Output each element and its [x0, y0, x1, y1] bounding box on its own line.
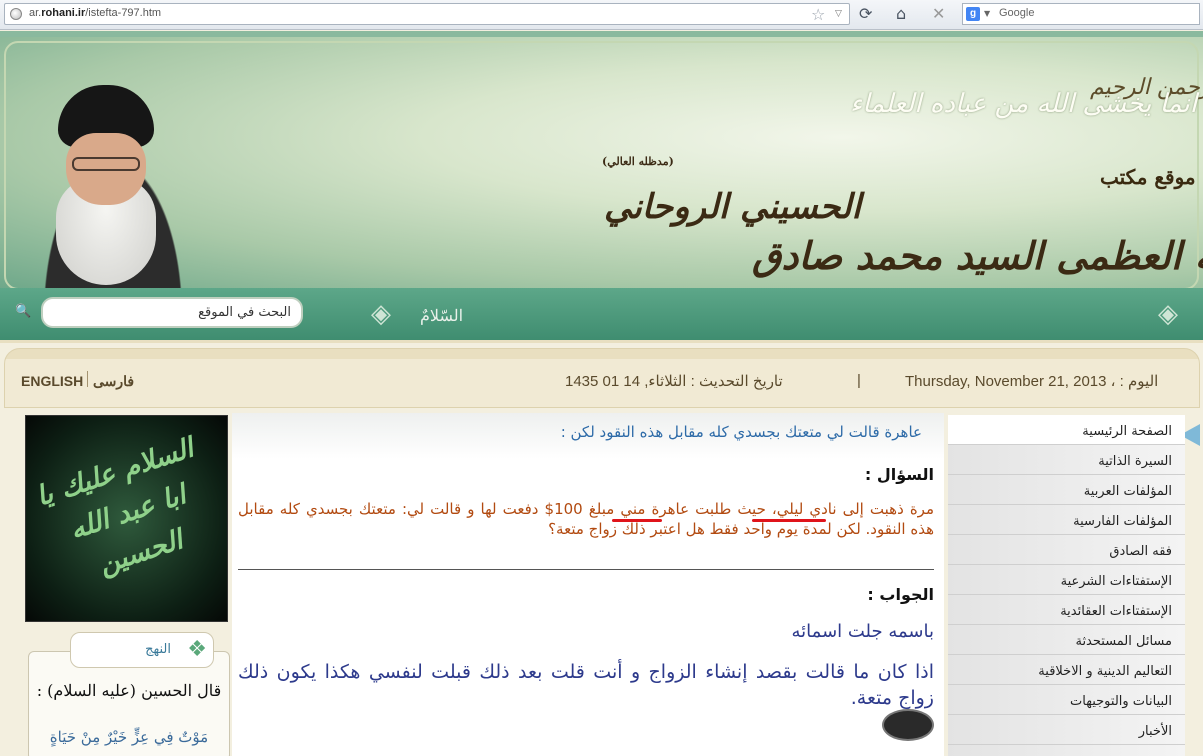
- reload-icon[interactable]: ⟳: [859, 4, 872, 23]
- ornament-left-icon: ◈: [371, 299, 391, 329]
- site-banner: بسم الله الرحمن الرحيم انما يخشى الله من…: [0, 31, 1203, 288]
- bookmark-star-icon[interactable]: ☆: [811, 5, 825, 24]
- chevron-down-icon[interactable]: ▼: [984, 9, 990, 18]
- home-icon[interactable]: ⌂: [896, 4, 906, 23]
- close-icon[interactable]: ✕: [932, 4, 945, 23]
- sidebar-item-statements[interactable]: البيانات والتوجيهات: [948, 685, 1185, 715]
- sidebar-item-news[interactable]: الأخبار: [948, 715, 1185, 745]
- divider: [238, 569, 934, 570]
- name-calligraphy-line2: سماحة آية الله العظمى السيد محمد صادق: [752, 233, 1203, 278]
- nav-greeting: السّلامٌ: [420, 306, 464, 325]
- nahj-quote: مَوْتٌ فِي عِزٍّ خَيْرٌ مِنْ حَيَاةٍ: [49, 728, 209, 746]
- verse-calligraphy: انما يخشى الله من عباده العلماء: [850, 89, 1197, 119]
- answer-text: اذا كان ما قالت بقصد إنشاء الزواج و أنت …: [238, 661, 934, 709]
- answer-label: الجواب :: [867, 585, 934, 604]
- lang-separator: [87, 371, 88, 387]
- nahj-tab-label: النهج: [145, 642, 171, 657]
- glasses: [72, 157, 140, 171]
- farsi-link[interactable]: فارسی: [93, 373, 134, 390]
- question-label: السؤال :: [864, 465, 934, 484]
- sidebar-item-persian-works[interactable]: المؤلفات الفارسية: [948, 505, 1185, 535]
- answer-basmala: باسمه جلت اسمائه: [791, 621, 934, 642]
- ornament-right-icon: ◈: [1158, 299, 1178, 329]
- site-search-input[interactable]: البحث في الموقع: [41, 297, 303, 328]
- sidebar-item-new-issues[interactable]: مسائل المستحدثة: [948, 625, 1185, 655]
- sidebar-menu: الصفحة الرئيسية السيرة الذاتية المؤلفات …: [948, 415, 1185, 756]
- content-header: عاهرة قالت لي متعتك بجسدي كله مقابل هذه …: [232, 413, 944, 459]
- ornament-icon: ❖: [187, 637, 207, 662]
- question-text: مرة ذهبت إلى نادي ليلي، حيث طلبت عاهرة م…: [238, 500, 934, 538]
- globe-icon: [10, 8, 22, 20]
- chevron-down-icon[interactable]: ▽: [835, 9, 842, 19]
- sidebar-item-home[interactable]: الصفحة الرئيسية: [948, 415, 1185, 445]
- info-separator: |: [857, 372, 861, 389]
- muharram-poster[interactable]: السلام عليك يا ابا عبد الله الحسين: [25, 415, 228, 622]
- search-icon[interactable]: 🔍: [15, 304, 31, 319]
- url-text: ar.rohani.ir/istefta-797.htm: [29, 7, 162, 19]
- seal-stamp: [882, 709, 934, 741]
- portrait-image: [6, 77, 220, 288]
- page-title: عاهرة قالت لي متعتك بجسدي كله مقابل هذه …: [560, 423, 922, 441]
- honorific-label: (مدظله العالي): [602, 155, 674, 168]
- red-underline: [612, 519, 662, 522]
- site-search-placeholder: البحث في الموقع: [198, 305, 291, 320]
- sidebar-item-fiqh[interactable]: فقه الصادق: [948, 535, 1185, 565]
- main-content: عاهرة قالت لي متعتك بجسدي كله مقابل هذه …: [232, 413, 944, 756]
- today-date: Thursday, November 21, 2013 ، : اليوم: [905, 373, 1159, 390]
- nahj-tab[interactable]: النهج ❖: [70, 632, 214, 668]
- browser-toolbar: ar.rohani.ir/istefta-797.htm ☆ ▽ ⟳ ⌂ ✕ g…: [0, 0, 1203, 30]
- sidebar-item-teachings[interactable]: التعاليم الدينية و الاخلاقية: [948, 655, 1185, 685]
- english-link[interactable]: ENGLISH: [21, 373, 83, 389]
- google-icon[interactable]: g: [966, 7, 980, 21]
- sidebar-item-sharia-fatwas[interactable]: الإستفتاءات الشرعية: [948, 565, 1185, 595]
- sidebar-item-creed-fatwas[interactable]: الإستفتاءات العقائدية: [948, 595, 1185, 625]
- info-bar: ENGLISH فارسی تاريخ التحديث : الثلاثاء, …: [4, 348, 1200, 408]
- nav-bar: 🔍 البحث في الموقع ◈ السّلامٌ ◈: [0, 288, 1203, 343]
- nahj-title: قال الحسين (عليه السلام) :: [36, 681, 222, 700]
- red-underline: [752, 519, 826, 522]
- search-placeholder: Google: [999, 7, 1035, 19]
- address-bar[interactable]: ar.rohani.ir/istefta-797.htm ☆ ▽: [4, 3, 850, 25]
- poster-calligraphy: السلام عليك يا ابا عبد الله الحسين: [32, 432, 198, 581]
- update-date: تاريخ التحديث : الثلاثاء, 14 01 1435: [565, 373, 783, 390]
- browser-search-input[interactable]: g ▼ Google: [962, 3, 1200, 25]
- sidebar-item-biography[interactable]: السيرة الذاتية: [948, 445, 1185, 475]
- office-label: موقع مكتب: [1100, 165, 1196, 189]
- sidebar-item-arabic-works[interactable]: المؤلفات العربية: [948, 475, 1185, 505]
- name-calligraphy-line1: الحسيني الروحاني: [604, 187, 861, 227]
